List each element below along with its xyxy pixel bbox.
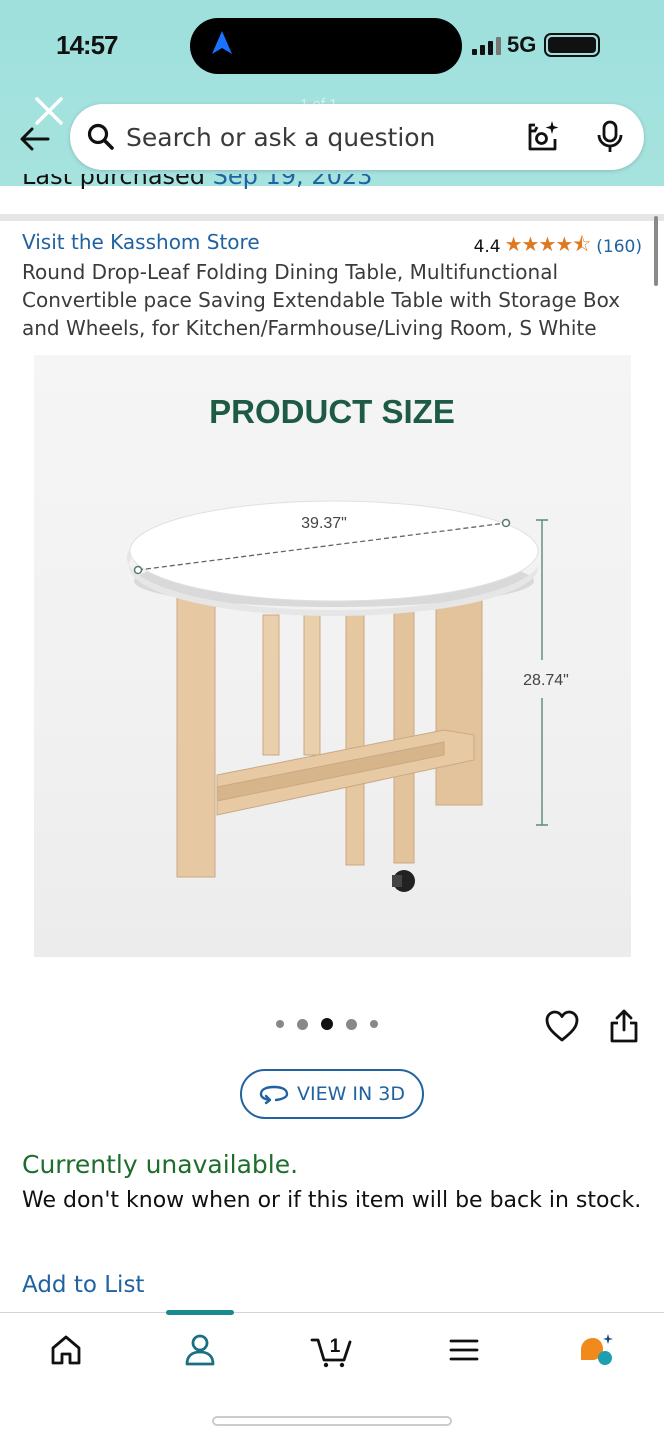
height-dimension: 28.74"	[523, 672, 569, 689]
width-dimension: 39.37"	[301, 515, 347, 532]
menu-icon[interactable]	[446, 1332, 482, 1368]
rotate-3d-icon	[259, 1085, 289, 1105]
table-frame	[176, 590, 483, 878]
add-to-list-link[interactable]: Add to List	[22, 1272, 144, 1298]
gallery-dot[interactable]	[346, 1018, 357, 1030]
availability-message: We don't know when or if this item will …	[22, 1188, 642, 1213]
gallery-dot[interactable]	[276, 1020, 284, 1028]
product-image[interactable]: PRODUCT SIZE 39.37" 28.74"	[34, 355, 631, 957]
camera-lens-icon[interactable]	[526, 120, 560, 154]
status-time: 14:57	[56, 30, 118, 60]
view-in-3d-button[interactable]: VIEW IN 3D	[240, 1069, 424, 1119]
view-in-3d-label: VIEW IN 3D	[296, 1083, 405, 1105]
network-type: 5G	[507, 32, 537, 57]
account-icon[interactable]	[182, 1332, 218, 1368]
product-title: Round Drop-Leaf Folding Dining Table, Mu…	[22, 260, 621, 340]
gallery-pagination[interactable]	[276, 1018, 378, 1030]
review-count[interactable]: (160)	[596, 237, 642, 257]
signal-icon	[472, 35, 501, 55]
share-icon[interactable]	[608, 1008, 640, 1044]
rufus-assistant-icon[interactable]	[578, 1332, 614, 1368]
navigation-arrow-icon	[212, 31, 232, 54]
gallery-dot-active[interactable]	[321, 1018, 333, 1030]
search-input[interactable]	[126, 118, 516, 156]
product-size-illustration: PRODUCT SIZE 39.37" 28.74"	[126, 393, 569, 892]
heart-icon[interactable]	[544, 1009, 580, 1043]
gallery-dot[interactable]	[370, 1020, 378, 1028]
home-indicator[interactable]	[212, 1416, 452, 1426]
cart-count: 1	[330, 1336, 341, 1357]
cart-icon[interactable]: 1	[310, 1332, 354, 1368]
gallery-dot[interactable]	[297, 1018, 308, 1030]
battery-icon	[544, 33, 601, 57]
availability-status: Currently unavailable.	[22, 1150, 299, 1179]
active-tab-indicator	[166, 1310, 234, 1315]
browser-header: 14:57 5G 1 of 1	[0, 0, 664, 190]
section-divider	[0, 214, 664, 221]
search-bar[interactable]	[70, 104, 644, 170]
home-icon[interactable]	[48, 1332, 84, 1368]
microphone-icon[interactable]	[594, 120, 626, 154]
back-arrow-icon[interactable]	[16, 120, 54, 158]
search-icon	[87, 123, 114, 150]
visit-store-link[interactable]: Visit the Kasshom Store	[22, 230, 260, 254]
rating-value: 4.4	[473, 237, 501, 257]
scrollbar[interactable]	[654, 216, 658, 286]
status-indicators: 5G	[472, 32, 601, 58]
product-size-heading: PRODUCT SIZE	[209, 393, 455, 430]
